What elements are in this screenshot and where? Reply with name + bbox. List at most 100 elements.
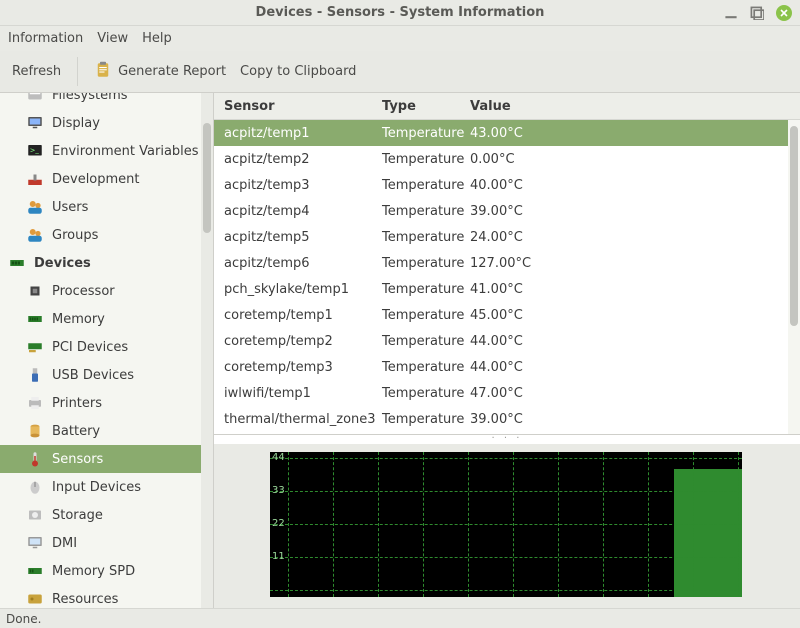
input-devices-icon bbox=[26, 478, 44, 496]
cell-value: 39.00°C bbox=[470, 412, 800, 427]
table-row[interactable]: acpitz/temp1Temperature43.00°C bbox=[214, 120, 800, 146]
menu-view[interactable]: View bbox=[97, 31, 128, 46]
cell-type: Temperature bbox=[382, 386, 470, 401]
table-row[interactable]: coretemp/temp1Temperature45.00°C bbox=[214, 302, 800, 328]
generate-report-label: Generate Report bbox=[118, 64, 226, 79]
maximize-button[interactable] bbox=[750, 6, 764, 20]
sidebar-item-users[interactable]: Users bbox=[0, 193, 213, 221]
sidebar-item-memory-spd[interactable]: Memory SPD bbox=[0, 557, 213, 585]
sidebar-item-processor[interactable]: Processor bbox=[0, 277, 213, 305]
table-header: Sensor Type Value bbox=[214, 93, 800, 120]
sidebar-item-battery[interactable]: Battery bbox=[0, 417, 213, 445]
cell-sensor: acpitz/temp3 bbox=[214, 178, 382, 193]
table-row[interactable]: acpitz/temp5Temperature24.00°C bbox=[214, 224, 800, 250]
sidebar-item-label: Memory SPD bbox=[52, 564, 135, 579]
table-row[interactable]: thermal/thermal_zone3Temperature39.00°C bbox=[214, 406, 800, 432]
sidebar-item-display[interactable]: Display bbox=[0, 109, 213, 137]
memory-spd-icon bbox=[26, 562, 44, 580]
sidebar-item-filesystems[interactable]: Filesystems bbox=[0, 93, 213, 109]
sidebar-item-memory[interactable]: Memory bbox=[0, 305, 213, 333]
table-row[interactable]: coretemp/temp3Temperature44.00°C bbox=[214, 354, 800, 380]
cell-value: 24.00°C bbox=[470, 230, 800, 245]
menu-help[interactable]: Help bbox=[142, 31, 172, 46]
cell-type: Temperature bbox=[382, 204, 470, 219]
sidebar-item-sensors[interactable]: Sensors bbox=[0, 445, 213, 473]
storage-icon bbox=[26, 506, 44, 524]
cell-value: 40.00°C bbox=[470, 178, 800, 193]
sidebar-item-groups[interactable]: Groups bbox=[0, 221, 213, 249]
sidebar-item-label: PCI Devices bbox=[52, 340, 128, 355]
cell-type: Temperature bbox=[382, 360, 470, 375]
main-pane: Sensor Type Value acpitz/temp1Temperatur… bbox=[214, 93, 800, 608]
battery-icon bbox=[26, 422, 44, 440]
cell-sensor: acpitz/temp2 bbox=[214, 152, 382, 167]
content: Filesystems Display >_ Environment Variable… bbox=[0, 93, 800, 608]
cell-sensor: acpitz/temp6 bbox=[214, 256, 382, 271]
sensor-table: Sensor Type Value acpitz/temp1Temperatur… bbox=[214, 93, 800, 435]
table-row[interactable]: acpitz/temp2Temperature0.00°C bbox=[214, 146, 800, 172]
table-scrollbar[interactable] bbox=[788, 120, 800, 434]
window-title: Devices - Sensors - System Information bbox=[256, 5, 545, 20]
col-header-sensor[interactable]: Sensor bbox=[214, 99, 382, 114]
cell-value: 47.00°C bbox=[470, 386, 800, 401]
toolbar: Refresh Generate Report Copy to Clipboar… bbox=[0, 51, 800, 93]
graph-ytick: 22 bbox=[272, 518, 285, 529]
sidebar-item-label: Environment Variables bbox=[52, 144, 199, 159]
generate-report-button[interactable]: Generate Report bbox=[94, 61, 226, 83]
environment-variables-icon: >_ bbox=[26, 142, 44, 160]
col-header-type[interactable]: Type bbox=[382, 99, 470, 114]
sidebar-scrollbar[interactable] bbox=[201, 93, 213, 608]
clipboard-icon bbox=[94, 61, 112, 83]
cell-value: 44.00°C bbox=[470, 360, 800, 375]
sidebar-item-dmi[interactable]: DMI bbox=[0, 529, 213, 557]
graph-area: 44332211 bbox=[214, 444, 800, 608]
devices-icon bbox=[8, 254, 26, 272]
sidebar-item-printers[interactable]: Printers bbox=[0, 389, 213, 417]
cell-type: Temperature bbox=[382, 152, 470, 167]
table-row[interactable]: iwlwifi/temp1Temperature47.00°C bbox=[214, 380, 800, 406]
refresh-label: Refresh bbox=[12, 64, 61, 79]
refresh-button[interactable]: Refresh bbox=[12, 64, 61, 79]
table-row[interactable]: acpitz/temp6Temperature127.00°C bbox=[214, 250, 800, 276]
sidebar-item-development[interactable]: Development bbox=[0, 165, 213, 193]
development-icon bbox=[26, 170, 44, 188]
printers-icon bbox=[26, 394, 44, 412]
col-header-value[interactable]: Value bbox=[470, 99, 800, 114]
close-button[interactable] bbox=[776, 5, 792, 21]
sidebar-item-label: Filesystems bbox=[52, 93, 128, 103]
cell-sensor: acpitz/temp4 bbox=[214, 204, 382, 219]
cell-sensor: coretemp/temp1 bbox=[214, 308, 382, 323]
statusbar: Done. bbox=[0, 608, 800, 628]
copy-clipboard-label: Copy to Clipboard bbox=[240, 64, 356, 79]
sidebar-item-storage[interactable]: Storage bbox=[0, 501, 213, 529]
table-row[interactable]: acpitz/temp3Temperature40.00°C bbox=[214, 172, 800, 198]
table-row[interactable]: pch_skylake/temp1Temperature41.00°C bbox=[214, 276, 800, 302]
copy-clipboard-button[interactable]: Copy to Clipboard bbox=[240, 64, 356, 79]
cell-sensor: pch_skylake/temp1 bbox=[214, 282, 382, 297]
cell-sensor: acpitz/temp1 bbox=[214, 126, 382, 141]
sidebar-item-label: Users bbox=[52, 200, 88, 215]
sidebar-item-label: Resources bbox=[52, 592, 118, 607]
sidebar-item-devices[interactable]: Devices bbox=[0, 249, 213, 277]
table-row[interactable]: coretemp/temp2Temperature44.00°C bbox=[214, 328, 800, 354]
cell-sensor: coretemp/temp3 bbox=[214, 360, 382, 375]
graph-ytick: 44 bbox=[272, 452, 285, 463]
graph-ytick: 11 bbox=[272, 551, 285, 562]
table-row[interactable]: acpitz/temp4Temperature39.00°C bbox=[214, 198, 800, 224]
table-scroll-thumb[interactable] bbox=[790, 126, 798, 326]
sidebar-item-usb-devices[interactable]: USB Devices bbox=[0, 361, 213, 389]
cell-type: Temperature bbox=[382, 178, 470, 193]
sidebar-item-resources[interactable]: Resources bbox=[0, 585, 213, 608]
sidebar-item-label: Memory bbox=[52, 312, 105, 327]
sidebar-item-pci-devices[interactable]: PCI Devices bbox=[0, 333, 213, 361]
status-text: Done. bbox=[6, 612, 41, 626]
sidebar-scroll-thumb[interactable] bbox=[203, 123, 211, 233]
minimize-button[interactable] bbox=[724, 6, 738, 20]
cell-value: 41.00°C bbox=[470, 282, 800, 297]
sidebar-item-input-devices[interactable]: Input Devices bbox=[0, 473, 213, 501]
sidebar-item-label: Processor bbox=[52, 284, 115, 299]
menu-information[interactable]: Information bbox=[8, 31, 83, 46]
cell-type: Temperature bbox=[382, 308, 470, 323]
sidebar-item-environment-variables[interactable]: >_ Environment Variables bbox=[0, 137, 213, 165]
sidebar-item-label: Battery bbox=[52, 424, 100, 439]
